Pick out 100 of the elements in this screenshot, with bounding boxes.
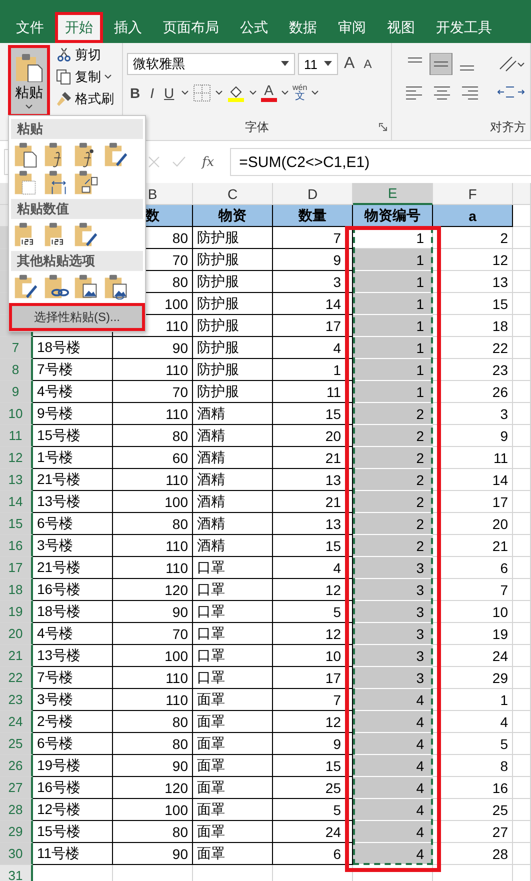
row-number[interactable]: 8 [0,359,33,381]
caret-icon[interactable] [249,90,258,96]
table-cell [513,403,531,425]
clipboard-icon[interactable] [73,170,99,196]
table-cell: 26 [433,381,513,403]
row-number[interactable]: 21 [0,645,33,667]
table-cell: 12号楼 [33,799,113,821]
cut-button[interactable]: 剪切 [54,45,116,65]
fill-color-icon[interactable] [227,84,246,102]
column-header[interactable]: F [433,183,513,205]
caret-icon[interactable] [311,90,320,96]
row-number[interactable]: 25 [0,733,33,755]
formula-field[interactable]: =SUM(C2<>C1,E1) [230,148,531,176]
table-cell: 4 [353,777,433,799]
font-color-button[interactable]: A [261,83,277,102]
table-cell [513,821,531,843]
table-cell: 18号楼 [33,601,113,623]
row-number[interactable]: 13 [0,469,33,491]
row-number[interactable]: 31 [0,865,33,881]
ribbon-tab[interactable]: 开发工具 [426,12,502,43]
table-cell: 1 [353,271,433,293]
group-label: 对齐方 [490,119,526,136]
caret-icon[interactable] [181,90,190,96]
table-cell: 16号楼 [33,579,113,601]
underline-button[interactable]: U [161,86,178,100]
row-number[interactable]: 15 [0,513,33,535]
ribbon-tab[interactable]: 页面布局 [153,12,229,43]
table-cell: 25 [433,799,513,821]
grow-font-button[interactable]: A [341,56,358,72]
row-number[interactable]: 14 [0,491,33,513]
row-number[interactable]: 12 [0,447,33,469]
ribbon-tab[interactable]: 审阅 [328,12,376,43]
table-cell: 面罩 [193,689,273,711]
row-number[interactable]: 26 [0,755,33,777]
table-cell: 110 [113,535,193,557]
clipboard-icon[interactable] [103,274,129,300]
table-cell [513,623,531,645]
table-cell: 防护服 [193,227,273,249]
table-cell: 2 [353,425,433,447]
ribbon-tab[interactable]: 开始 [55,12,103,43]
clipboard-icon[interactable] [43,170,69,196]
table-cell: 防护服 [193,293,273,315]
row-number[interactable]: 28 [0,799,33,821]
clipboard-icon[interactable] [13,142,39,168]
row-number[interactable]: 7 [0,337,33,359]
clipboard-icon[interactable] [73,274,99,300]
ribbon-tab[interactable]: 公式 [230,12,278,43]
ribbon-tab[interactable]: 插入 [104,12,152,43]
row-number[interactable]: 27 [0,777,33,799]
font-name-field[interactable]: 微软雅黑 [127,53,296,75]
row-number[interactable]: 16 [0,535,33,557]
table-cell: 2 [353,513,433,535]
caret-icon [281,61,290,67]
bold-button[interactable]: B [127,86,144,100]
row-number[interactable]: 18 [0,579,33,601]
clipboard-icon[interactable] [103,142,129,168]
row-number[interactable]: 11 [0,425,33,447]
column-header[interactable]: C [193,183,273,205]
format-painter-button[interactable]: 格式刷 [54,89,116,109]
phonetic-button[interactable]: wén 文 [292,84,308,102]
table-cell: 18号楼 [33,337,113,359]
copy-button[interactable]: 复制 [54,67,116,87]
row-number[interactable]: 10 [0,403,33,425]
row-number[interactable]: 19 [0,601,33,623]
clipboard-icon[interactable] [13,274,39,300]
dialog-launcher-icon[interactable] [379,123,387,131]
column-header[interactable]: D [273,183,353,205]
row-number[interactable]: 22 [0,667,33,689]
italic-button[interactable]: I [147,86,158,100]
table-cell [513,425,531,447]
ribbon-tab[interactable]: 文件 [6,12,54,43]
clipboard-icon[interactable] [13,170,39,196]
font-size-field[interactable]: 11 [298,53,338,75]
row-number[interactable]: 24 [0,711,33,733]
paste-special-item[interactable]: 选择性粘贴(S)... [9,303,145,331]
row-number[interactable]: 17 [0,557,33,579]
clipboard-icon[interactable] [43,274,69,300]
table-cell: 4 [353,711,433,733]
row-number[interactable]: 20 [0,623,33,645]
clipboard-icon[interactable] [73,222,99,248]
table-cell: 90 [113,843,193,865]
table-cell: 10 [273,645,353,667]
caret-icon[interactable] [215,90,224,96]
paste-button[interactable]: 粘贴 [8,45,50,117]
table-cell: 15 [273,403,353,425]
caret-icon[interactable] [280,90,289,96]
row-number[interactable]: 30 [0,843,33,865]
table-cell: 80 [113,733,193,755]
ribbon-tab[interactable]: 视图 [377,12,425,43]
copy-icon [56,69,72,85]
insert-function-button[interactable]: fx [198,154,218,170]
row-number[interactable]: 9 [0,381,33,403]
table-cell: 24 [433,645,513,667]
column-header[interactable]: E [353,183,433,205]
row-number[interactable]: 29 [0,821,33,843]
group-label: 字体 [245,119,270,136]
row-number[interactable]: 23 [0,689,33,711]
ribbon-tab[interactable]: 数据 [279,12,327,43]
shrink-font-button[interactable]: A [360,58,375,70]
header-cell: 数量 [273,205,353,227]
